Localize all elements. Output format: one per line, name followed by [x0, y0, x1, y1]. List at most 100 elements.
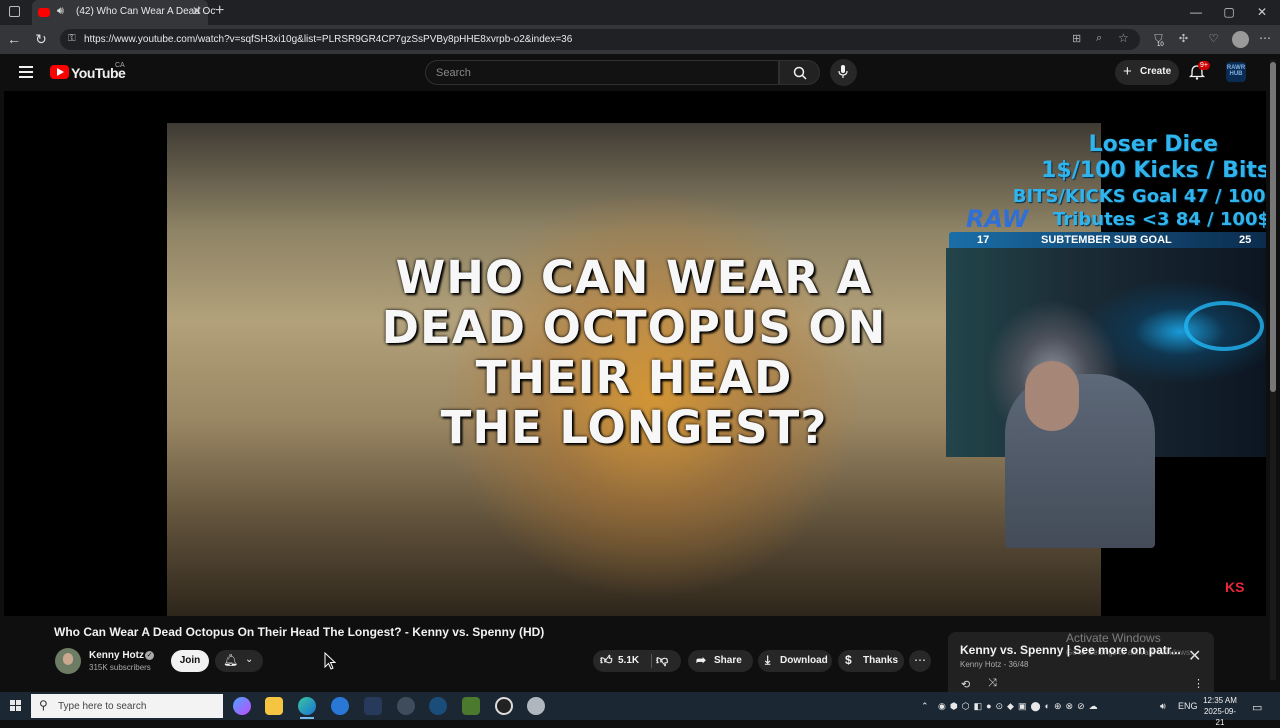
video-title: Who Can Wear A Dead Octopus On Their Hea…	[54, 625, 545, 639]
channel-avatar-face	[63, 653, 73, 665]
goal-target: 25	[1239, 234, 1252, 246]
chevron-down-icon: ⌄	[245, 654, 254, 665]
video-player[interactable]: WHO CAN WEAR A DEAD OCTOPUS ON THEIR HEA…	[4, 91, 1266, 616]
search-button[interactable]	[779, 60, 820, 85]
tab-actions-icon[interactable]	[9, 6, 20, 17]
thanks-icon: $	[845, 653, 852, 667]
download-button[interactable]: ⤓ Download	[758, 650, 832, 672]
browser-tab-strip: 🔊︎ (42) Who Can Wear A Dead Octopus ✕ + …	[0, 0, 1280, 25]
download-icon: ⤓	[765, 653, 771, 667]
loop-playlist-icon[interactable]: ⟲	[961, 678, 970, 691]
create-button[interactable]: + Create	[1115, 60, 1179, 85]
country-code: CA	[115, 62, 125, 69]
share-button[interactable]: ➦ Share	[688, 650, 753, 672]
create-label: Create	[1140, 66, 1172, 77]
file-explorer-icon[interactable]	[265, 697, 283, 715]
youtube-favicon-icon	[38, 8, 50, 17]
tray-app-icons[interactable]: ◉⬢⬡◧●⊙◆▣⬤◐⊕⊗⊘☁	[938, 701, 1102, 712]
thumbs-up-icon[interactable]: 👍︎	[600, 653, 613, 668]
playlist-position: Kenny Hotz - 36/48	[960, 660, 1029, 669]
playlist-close-icon[interactable]: ✕	[1188, 646, 1201, 666]
youtube-logo-icon[interactable]	[50, 65, 69, 79]
channel-name[interactable]: Kenny Hotz	[89, 650, 144, 661]
join-button[interactable]: Join	[171, 650, 209, 672]
voice-search-button[interactable]	[830, 59, 857, 86]
browser-essentials-icon[interactable]: ♡	[1207, 33, 1220, 46]
edge-browser-icon[interactable]	[298, 697, 316, 715]
browser-menu-icon[interactable]: ⋯	[1259, 31, 1271, 45]
browser-toolbar: ← ↻ ⚿ https://www.youtube.com/watch?v=sq…	[0, 25, 1280, 54]
webcam-person-head	[1025, 361, 1079, 431]
language-indicator[interactable]: ENG	[1178, 701, 1198, 711]
back-arrow-icon[interactable]: ←	[5, 32, 23, 46]
subscriber-count: 315K subscribers	[89, 663, 151, 672]
obs-app-icon[interactable]	[495, 697, 513, 715]
taskbar-clock[interactable]: 12:35 AM 2025-09-21	[1200, 695, 1240, 728]
volume-icon[interactable]: 🔊︎	[1160, 701, 1166, 712]
minimize-icon[interactable]: —	[1181, 5, 1211, 19]
window-close-icon[interactable]: ✕	[1247, 5, 1277, 19]
channel-avatar[interactable]	[55, 648, 81, 674]
extensions-puzzle-icon[interactable]: ✣	[1177, 33, 1190, 46]
sub-goal-bar: 17 SUBTEMBER SUB GOAL 25	[949, 232, 1266, 248]
tray-overflow-icon[interactable]: ⌃	[921, 701, 929, 712]
search-input[interactable]	[436, 65, 766, 81]
thanks-button[interactable]: $ Thanks	[838, 650, 904, 672]
maximize-icon[interactable]: ▢	[1214, 5, 1244, 19]
audio-playing-icon[interactable]: 🔊︎	[57, 5, 64, 18]
search-box[interactable]	[425, 60, 779, 85]
zoom-icon[interactable]: ⌕	[1096, 32, 1102, 45]
subscription-bell-button[interactable]: 🔔︎ ⌄	[215, 650, 263, 672]
favorite-star-icon[interactable]: ☆	[1118, 31, 1129, 45]
mouse-cursor-icon	[324, 652, 336, 670]
overlay-line-2: 1$/100 Kicks / Bits	[1041, 158, 1266, 183]
url-text[interactable]: https://www.youtube.com/watch?v=sqfSH3xi…	[84, 34, 572, 45]
share-arrow-icon: ➦	[696, 653, 707, 667]
microphone-icon	[838, 65, 848, 78]
minecraft-app-icon[interactable]	[462, 697, 480, 715]
playlist-more-icon[interactable]: ⋮	[1193, 677, 1204, 690]
account-avatar[interactable]: RAWR HUB	[1226, 62, 1246, 82]
shuffle-icon[interactable]: ⤨	[988, 677, 997, 690]
more-actions-icon[interactable]: ⋯	[909, 650, 931, 672]
thanks-label: Thanks	[863, 655, 899, 666]
clock-time: 12:35 AM	[1203, 696, 1237, 705]
settings-gear-icon[interactable]	[397, 697, 415, 715]
address-bar[interactable]: ⚿ https://www.youtube.com/watch?v=sqfSH3…	[60, 29, 1140, 50]
taskbar-search[interactable]: ⚲ Type here to search	[31, 694, 223, 718]
hamburger-menu-icon[interactable]	[19, 66, 33, 78]
profile-avatar-icon[interactable]	[1232, 31, 1249, 48]
app-available-icon[interactable]: ⊞	[1072, 32, 1081, 45]
like-dislike-group: 👍︎ 5.1K 👎︎	[593, 650, 681, 672]
edge-dev-icon[interactable]	[331, 697, 349, 715]
bell-icon: 🔔︎	[223, 653, 239, 667]
tab-close-icon[interactable]: ✕	[192, 4, 202, 18]
notification-count-badge: 9+	[1198, 61, 1210, 70]
new-tab-icon[interactable]: +	[215, 2, 224, 20]
scrollbar-thumb[interactable]	[1270, 62, 1276, 392]
search-icon	[793, 66, 807, 80]
webcam-ring-light	[1184, 301, 1264, 351]
download-label: Download	[780, 655, 828, 666]
taskbar-search-placeholder: Type here to search	[58, 701, 147, 712]
overlay-line-3: BITS/KICKS Goal 47 / 1000	[1012, 186, 1266, 207]
goal-label: SUBTEMBER SUB GOAL	[1041, 234, 1172, 246]
overlay-line-1: Loser Dice	[1088, 132, 1218, 157]
windows-start-icon[interactable]	[10, 700, 22, 712]
chrome-app-icon[interactable]	[527, 697, 545, 715]
youtube-header: YouTube CA + Create 9+ RAWR HUB	[0, 54, 1280, 91]
playlist-title[interactable]: Kenny vs. Spenny | See more on patr...	[960, 643, 1181, 657]
terminal-app-icon[interactable]	[364, 697, 382, 715]
browser-tab-active[interactable]: 🔊︎ (42) Who Can Wear A Dead Octopus	[32, 0, 216, 25]
clock-date: 2025-09-21	[1203, 707, 1237, 727]
reload-icon[interactable]: ↻	[32, 32, 50, 46]
site-info-icon[interactable]: ⚿	[68, 33, 76, 44]
overlay-line-4: Tributes <3 84 / 100$	[1053, 209, 1266, 230]
thumbs-down-icon[interactable]: 👎︎	[656, 653, 668, 668]
copilot-app-icon[interactable]	[233, 697, 251, 715]
share-label: Share	[714, 655, 742, 666]
raw-watermark: RAW	[966, 205, 1029, 233]
steam-app-icon[interactable]	[429, 697, 447, 715]
like-count[interactable]: 5.1K	[618, 655, 639, 666]
notification-center-icon[interactable]: ▭	[1252, 701, 1262, 714]
